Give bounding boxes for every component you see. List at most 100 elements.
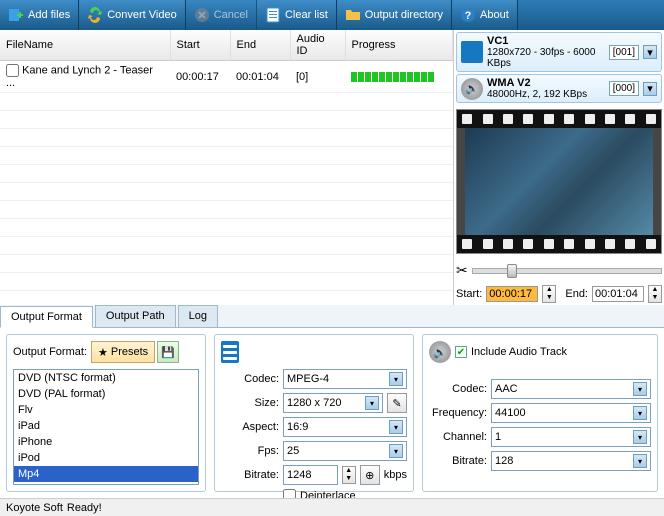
- as-channel-label: Channel:: [429, 431, 487, 443]
- speaker-icon: 🔊: [461, 78, 483, 100]
- col-progress[interactable]: Progress: [345, 30, 453, 61]
- vs-size-edit-button[interactable]: ✎: [387, 393, 407, 413]
- format-list-item[interactable]: Mpeg1: [14, 482, 198, 485]
- cancel-label: Cancel: [214, 9, 248, 21]
- file-row[interactable]: Kane and Lynch 2 - Teaser ... 00:00:17 0…: [0, 61, 453, 93]
- video-stream-id: [001]: [609, 45, 639, 60]
- trim-start-label: Start:: [456, 288, 482, 300]
- vs-size-label: Size:: [221, 397, 279, 409]
- trim-start-input[interactable]: [486, 286, 538, 302]
- format-list-item[interactable]: iPad: [14, 418, 198, 434]
- vs-bitrate-input[interactable]: 1248: [283, 465, 338, 485]
- star-icon: ★: [98, 346, 108, 359]
- file-start: 00:00:17: [170, 61, 230, 93]
- col-end[interactable]: End: [230, 30, 290, 61]
- trim-timeline: ✂: [456, 262, 662, 279]
- as-codec-select[interactable]: AAC▾: [491, 379, 651, 399]
- video-codec-name: VC1: [487, 35, 508, 47]
- video-codec-info: 1280x720 - 30fps - 6000 KBps: [487, 47, 595, 69]
- vs-bitrate-unit: kbps: [384, 469, 407, 481]
- vs-aspect-select[interactable]: 16:9▾: [283, 417, 407, 437]
- scissors-icon[interactable]: ✂: [456, 262, 468, 279]
- preview-frame: [465, 128, 653, 235]
- file-checkbox[interactable]: [6, 64, 19, 77]
- as-freq-label: Frequency:: [429, 407, 487, 419]
- vs-fps-label: Fps:: [221, 445, 279, 457]
- trim-end-input[interactable]: [592, 286, 644, 302]
- as-codec-label: Codec:: [429, 383, 487, 395]
- col-audio[interactable]: Audio ID: [290, 30, 345, 61]
- about-button[interactable]: ? About: [452, 0, 518, 30]
- clear-label: Clear list: [285, 9, 328, 21]
- about-icon: ?: [460, 7, 476, 23]
- as-freq-select[interactable]: 44100▾: [491, 403, 651, 423]
- clear-list-button[interactable]: Clear list: [257, 0, 337, 30]
- status-vendor: Koyote Soft: [6, 502, 63, 514]
- file-list[interactable]: FileName Start End Audio ID Progress Kan…: [0, 30, 453, 305]
- video-stream-dropdown[interactable]: ▾: [643, 45, 657, 59]
- format-list-item[interactable]: DVD (PAL format): [14, 386, 198, 402]
- as-bitrate-select[interactable]: 128▾: [491, 451, 651, 471]
- trim-end-stepper[interactable]: ▲▼: [648, 285, 662, 303]
- vs-fps-select[interactable]: 25▾: [283, 441, 407, 461]
- main-toolbar: Add files Convert Video Cancel Clear lis…: [0, 0, 664, 30]
- audio-stream-dropdown[interactable]: ▾: [643, 82, 657, 96]
- format-list-item[interactable]: DVD (NTSC format): [14, 370, 198, 386]
- svg-text:?: ?: [465, 10, 472, 22]
- tab-output-format[interactable]: Output Format: [0, 306, 93, 328]
- trim-end-label: End:: [565, 288, 588, 300]
- tab-output-path[interactable]: Output Path: [95, 305, 176, 327]
- audio-stream-box[interactable]: 🔊 WMA V248000Hz, 2, 192 KBps [000] ▾: [456, 74, 662, 103]
- vs-codec-select[interactable]: MPEG-4▾: [283, 369, 407, 389]
- audio-codec-info: 48000Hz, 2, 192 KBps: [487, 89, 587, 100]
- include-audio-label: Include Audio Track: [471, 346, 567, 358]
- audio-stream-id: [000]: [609, 81, 639, 96]
- vs-bitrate-stepper[interactable]: ▲▼: [342, 466, 356, 484]
- col-start[interactable]: Start: [170, 30, 230, 61]
- convert-icon: [87, 7, 103, 23]
- convert-button[interactable]: Convert Video: [79, 0, 186, 30]
- vs-bitrate-calc-button[interactable]: ⊕: [360, 465, 380, 485]
- col-filename[interactable]: FileName: [0, 30, 170, 61]
- film-icon: [461, 41, 483, 63]
- format-list-item[interactable]: Flv: [14, 402, 198, 418]
- video-stream-box[interactable]: VC11280x720 - 30fps - 6000 KBps [001] ▾: [456, 32, 662, 72]
- trim-handle[interactable]: [507, 264, 517, 278]
- vs-aspect-label: Aspect:: [221, 421, 279, 433]
- save-preset-button[interactable]: 💾: [157, 341, 179, 363]
- as-bitrate-label: Bitrate:: [429, 455, 487, 467]
- format-list-item[interactable]: Mp4: [14, 466, 198, 482]
- file-progress: [351, 72, 447, 82]
- add-files-button[interactable]: Add files: [0, 0, 79, 30]
- output-dir-button[interactable]: Output directory: [337, 0, 452, 30]
- clear-icon: [265, 7, 281, 23]
- status-bar: Koyote Soft Ready!: [0, 498, 664, 516]
- video-preview: [456, 109, 662, 254]
- format-list-item[interactable]: iPod: [14, 450, 198, 466]
- format-list[interactable]: DVD (NTSC format)DVD (PAL format)FlviPad…: [13, 369, 199, 485]
- about-label: About: [480, 9, 509, 21]
- add-files-label: Add files: [28, 9, 70, 21]
- file-name: Kane and Lynch 2 - Teaser ...: [6, 64, 153, 89]
- disk-icon: 💾: [161, 346, 175, 359]
- cancel-button[interactable]: Cancel: [186, 0, 257, 30]
- tab-log[interactable]: Log: [178, 305, 218, 327]
- output-format-label: Output Format:: [13, 346, 87, 358]
- format-list-item[interactable]: iPhone: [14, 434, 198, 450]
- file-audio: [0]: [290, 61, 345, 93]
- trim-start-stepper[interactable]: ▲▼: [542, 285, 556, 303]
- convert-label: Convert Video: [107, 9, 177, 21]
- vs-codec-label: Codec:: [221, 373, 279, 385]
- presets-button[interactable]: ★Presets: [91, 341, 155, 363]
- include-audio-checkbox[interactable]: ✔: [455, 346, 467, 358]
- settings-tabs: Output Format Output Path Log: [0, 305, 664, 328]
- status-message: Ready!: [67, 502, 102, 514]
- cancel-icon: [194, 7, 210, 23]
- audio-codec-name: WMA V2: [487, 77, 531, 89]
- trim-track[interactable]: [472, 268, 662, 274]
- vs-size-select[interactable]: 1280 x 720▾: [283, 393, 383, 413]
- film-icon: [221, 341, 239, 363]
- as-channel-select[interactable]: 1▾: [491, 427, 651, 447]
- output-dir-label: Output directory: [365, 9, 443, 21]
- add-files-icon: [8, 7, 24, 23]
